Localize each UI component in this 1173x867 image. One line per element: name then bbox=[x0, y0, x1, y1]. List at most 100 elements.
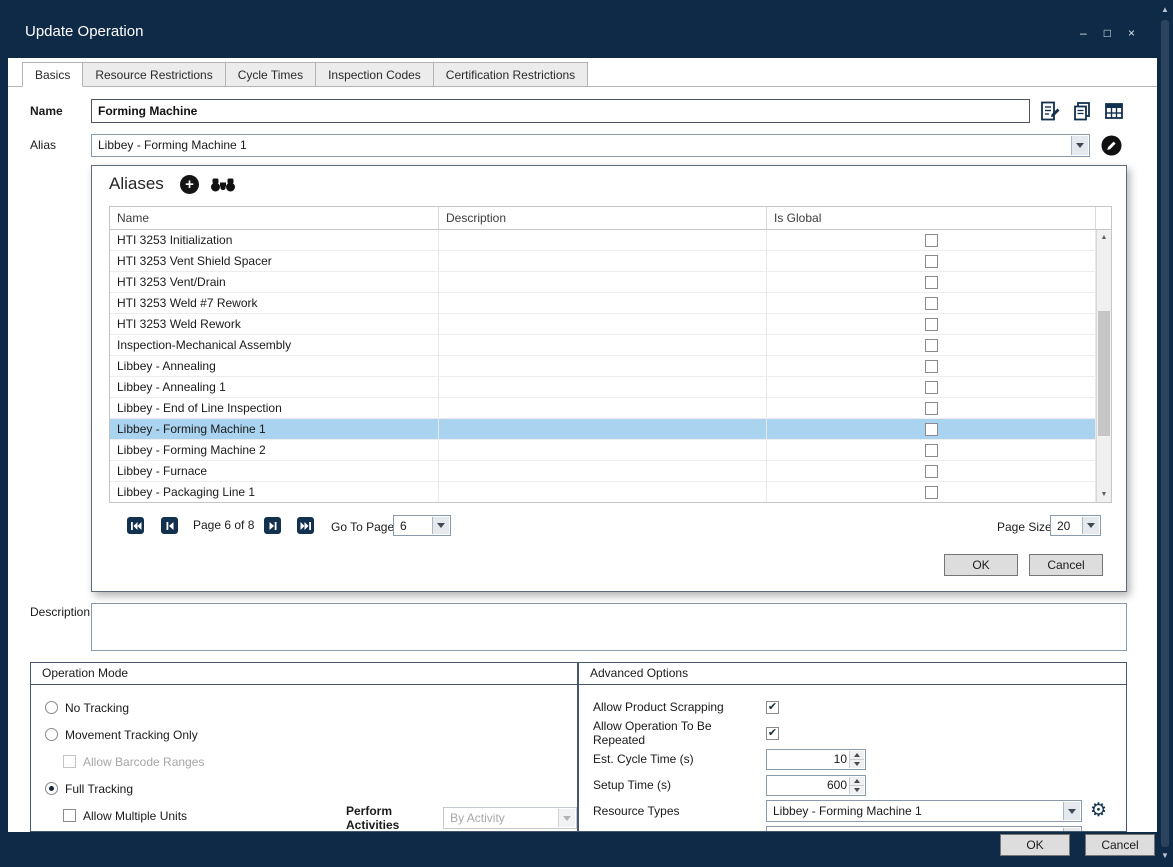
is-global-checkbox[interactable] bbox=[925, 360, 938, 373]
window-scrollbar[interactable]: ▲ ▼ bbox=[1157, 0, 1173, 867]
spin-down-icon[interactable] bbox=[850, 786, 864, 794]
is-global-checkbox[interactable] bbox=[925, 402, 938, 415]
dropdown-icon[interactable] bbox=[1082, 517, 1099, 534]
spinner-buttons[interactable] bbox=[849, 751, 864, 768]
description-input[interactable] bbox=[91, 603, 1127, 651]
checkbox-allow-barcode-ranges[interactable] bbox=[63, 755, 76, 768]
tab-certification-restrictions[interactable]: Certification Restrictions bbox=[433, 62, 588, 87]
est-cycle-time-s-spinner[interactable]: 10 bbox=[766, 749, 866, 770]
option-no-tracking[interactable]: No Tracking bbox=[31, 694, 577, 721]
dropdown-icon[interactable] bbox=[1063, 828, 1080, 832]
last-page-button[interactable] bbox=[297, 517, 314, 534]
resource-types-combobox[interactable]: Libbey - Forming Machine 1 bbox=[766, 800, 1082, 822]
is-global-checkbox[interactable] bbox=[925, 339, 938, 352]
is-global-checkbox[interactable] bbox=[925, 276, 938, 289]
tab-resource-restrictions[interactable]: Resource Restrictions bbox=[82, 62, 225, 87]
spin-down-icon[interactable] bbox=[850, 760, 864, 768]
tab-basics[interactable]: Basics bbox=[22, 62, 83, 87]
column-header-is-global[interactable]: Is Global bbox=[767, 207, 1096, 229]
extra-combobox[interactable] bbox=[766, 826, 1082, 832]
spinner-buttons[interactable] bbox=[849, 777, 864, 794]
minimize-icon[interactable]: – bbox=[1080, 27, 1087, 39]
column-header-description[interactable]: Description bbox=[439, 207, 767, 229]
ok-button[interactable]: OK bbox=[1000, 834, 1070, 856]
column-header-name[interactable]: Name bbox=[110, 207, 439, 229]
caret-shape bbox=[563, 816, 571, 821]
is-global-checkbox[interactable] bbox=[925, 318, 938, 331]
is-global-checkbox[interactable] bbox=[925, 255, 938, 268]
edit-template-glyph bbox=[1039, 100, 1061, 122]
spin-up-icon[interactable] bbox=[850, 777, 864, 786]
dropdown-icon[interactable] bbox=[558, 809, 575, 827]
allow-product-scrapping-checkbox[interactable]: ✔ bbox=[766, 701, 779, 714]
radio-full-tracking[interactable] bbox=[45, 782, 58, 795]
is-global-checkbox[interactable] bbox=[925, 381, 938, 394]
binoculars-icon[interactable] bbox=[210, 178, 236, 192]
alias-description-cell bbox=[439, 461, 767, 481]
is-global-checkbox[interactable] bbox=[925, 234, 938, 247]
edit-template-icon[interactable] bbox=[1038, 99, 1062, 123]
is-global-checkbox[interactable] bbox=[925, 423, 938, 436]
is-global-checkbox[interactable] bbox=[925, 444, 938, 457]
name-input[interactable] bbox=[91, 99, 1030, 123]
aliases-cancel-button[interactable]: Cancel bbox=[1029, 554, 1103, 576]
radio-movement-tracking-only[interactable] bbox=[45, 728, 58, 741]
table-row[interactable]: Inspection-Mechanical Assembly bbox=[110, 335, 1096, 356]
maximize-icon[interactable]: □ bbox=[1104, 27, 1111, 39]
allow-operation-to-be-repeated-checkbox[interactable]: ✔ bbox=[766, 727, 779, 740]
table-row[interactable]: Libbey - Furnace bbox=[110, 461, 1096, 482]
go-to-page-select[interactable]: 6 bbox=[393, 515, 451, 536]
scroll-down-icon[interactable]: ▼ bbox=[1097, 487, 1111, 502]
scrollbar-thumb[interactable] bbox=[1098, 311, 1110, 436]
scrollbar-thumb[interactable] bbox=[1161, 20, 1169, 847]
table-row[interactable]: Libbey - Forming Machine 1 bbox=[110, 419, 1096, 440]
dropdown-icon[interactable] bbox=[1063, 802, 1080, 820]
page-size-select[interactable]: 20 bbox=[1050, 515, 1101, 536]
edit-alias-icon[interactable] bbox=[1101, 135, 1122, 156]
tab-inspection-codes[interactable]: Inspection Codes bbox=[315, 62, 434, 87]
previous-page-button[interactable] bbox=[161, 517, 178, 534]
tab-cycle-times[interactable]: Cycle Times bbox=[225, 62, 316, 87]
table-row[interactable]: Libbey - Annealing 1 bbox=[110, 377, 1096, 398]
advanced-label: Est. Cycle Time (s) bbox=[593, 752, 766, 766]
close-icon[interactable]: × bbox=[1128, 27, 1135, 39]
add-alias-icon[interactable]: + bbox=[180, 175, 199, 194]
option-full-tracking[interactable]: Full Tracking bbox=[31, 775, 577, 802]
table-row[interactable]: HTI 3253 Vent Shield Spacer bbox=[110, 251, 1096, 272]
table-row[interactable]: Libbey - End of Line Inspection bbox=[110, 398, 1096, 419]
alias-is-global-cell bbox=[767, 377, 1096, 397]
scroll-down-icon[interactable]: ▼ bbox=[1157, 851, 1173, 861]
scroll-up-icon[interactable]: ▲ bbox=[1157, 5, 1173, 15]
is-global-checkbox[interactable] bbox=[925, 486, 938, 499]
table-row[interactable]: Libbey - Forming Machine 2 bbox=[110, 440, 1096, 461]
gear-icon[interactable]: ⚙ bbox=[1090, 801, 1107, 821]
scroll-up-icon[interactable]: ▲ bbox=[1097, 230, 1111, 245]
table-row[interactable]: Libbey - Annealing bbox=[110, 356, 1096, 377]
table-row[interactable]: Libbey - Packaging Line 1 bbox=[110, 482, 1096, 502]
spin-up-icon[interactable] bbox=[850, 751, 864, 760]
aliases-ok-button[interactable]: OK bbox=[944, 554, 1018, 576]
cancel-button[interactable]: Cancel bbox=[1085, 834, 1155, 856]
table-row[interactable]: HTI 3253 Vent/Drain bbox=[110, 272, 1096, 293]
checkbox-allow-multiple-units[interactable] bbox=[63, 809, 76, 822]
is-global-checkbox[interactable] bbox=[925, 297, 938, 310]
table-icon[interactable] bbox=[1102, 99, 1126, 123]
first-page-button[interactable] bbox=[127, 517, 144, 534]
is-global-checkbox[interactable] bbox=[925, 465, 938, 478]
alias-combobox[interactable]: Libbey - Forming Machine 1 bbox=[91, 134, 1090, 157]
table-scrollbar[interactable]: ▲ ▼ bbox=[1096, 230, 1111, 502]
caret-shape bbox=[1087, 523, 1095, 528]
table-row[interactable]: HTI 3253 Weld #7 Rework bbox=[110, 293, 1096, 314]
alias-description-cell bbox=[439, 251, 767, 271]
radio-no-tracking[interactable] bbox=[45, 701, 58, 714]
perform-activities-combobox[interactable]: By Activity bbox=[443, 807, 577, 829]
dropdown-icon[interactable] bbox=[1071, 136, 1088, 155]
next-page-button[interactable] bbox=[264, 517, 281, 534]
copy-icon[interactable] bbox=[1070, 99, 1094, 123]
setup-time-s-spinner[interactable]: 600 bbox=[766, 775, 866, 796]
option-movement-tracking-only[interactable]: Movement Tracking Only bbox=[31, 721, 577, 748]
table-row[interactable]: HTI 3253 Weld Rework bbox=[110, 314, 1096, 335]
table-row[interactable]: HTI 3253 Initialization bbox=[110, 230, 1096, 251]
dropdown-icon[interactable] bbox=[432, 517, 449, 534]
description-label: Description bbox=[30, 605, 90, 619]
